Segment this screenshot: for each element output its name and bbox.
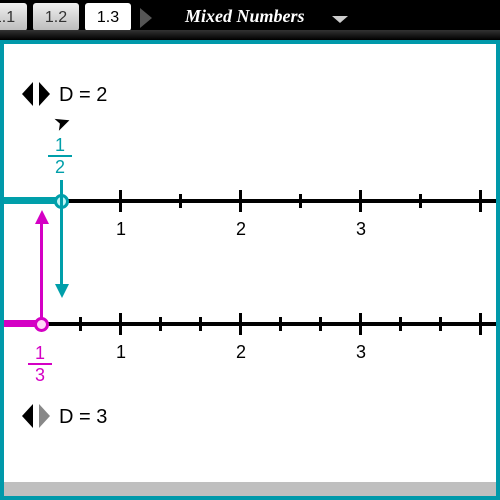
arrow-down-icon: [55, 284, 69, 298]
arrow-up-icon: [35, 210, 49, 224]
tick: [79, 317, 82, 331]
tick: [159, 317, 162, 331]
tick: [319, 317, 322, 331]
tick: [479, 313, 482, 335]
bottom-value-point[interactable]: [34, 317, 49, 332]
tick: [119, 190, 122, 212]
top-fraction-denominator: 2: [48, 158, 72, 176]
tick: [179, 194, 182, 208]
top-denominator-label: D = 2: [59, 84, 107, 107]
top-value-segment: [4, 197, 61, 204]
tick: [199, 317, 202, 331]
status-bar: [4, 482, 496, 496]
bottom-denominator-label: D = 3: [59, 406, 107, 429]
top-denominator-spinner[interactable]: [22, 82, 50, 106]
tick: [399, 317, 402, 331]
chevron-left-icon: [22, 82, 33, 106]
bottom-denominator-spinner[interactable]: [22, 404, 50, 428]
chevron-right-icon: [39, 404, 50, 428]
tick: [359, 313, 362, 335]
axis-label: 3: [351, 219, 371, 240]
chevron-left-icon: [22, 404, 33, 428]
tab-1-3[interactable]: 1.3: [84, 2, 132, 32]
bottom-connector: [40, 222, 43, 322]
document-title[interactable]: Mixed Numbers: [185, 6, 305, 27]
canvas: D = 2 ➤ 1 2 1 2 3 1 2 3 1 3: [4, 44, 496, 496]
tab-1-1[interactable]: 1.1: [0, 2, 28, 32]
tab-next-icon[interactable]: [140, 8, 152, 28]
tick: [239, 190, 242, 212]
top-fraction: 1 2: [48, 136, 72, 176]
axis-label: 1: [111, 342, 131, 363]
tick: [279, 317, 282, 331]
top-fraction-numerator: 1: [48, 136, 72, 154]
tick: [119, 313, 122, 335]
chevron-right-icon: [39, 82, 50, 106]
tick: [479, 190, 482, 212]
axis-label: 3: [351, 342, 371, 363]
bottom-fraction-numerator: 1: [28, 344, 52, 362]
axis-label: 2: [231, 219, 251, 240]
top-number-line: [4, 199, 496, 203]
tick: [299, 194, 302, 208]
bottom-fraction-denominator: 3: [28, 366, 52, 384]
bottom-number-line: [4, 322, 496, 326]
title-dropdown-icon[interactable]: [332, 16, 348, 23]
tick: [239, 313, 242, 335]
tab-1-2[interactable]: 1.2: [32, 2, 80, 32]
tick: [419, 194, 422, 208]
tab-bar: 1.1 1.2 1.3 Mixed Numbers: [0, 0, 500, 40]
tick: [439, 317, 442, 331]
cursor-icon: ➤: [50, 108, 74, 137]
axis-label: 1: [111, 219, 131, 240]
top-connector: [60, 180, 63, 288]
bottom-fraction: 1 3: [28, 344, 52, 384]
axis-label: 2: [231, 342, 251, 363]
tick: [359, 190, 362, 212]
